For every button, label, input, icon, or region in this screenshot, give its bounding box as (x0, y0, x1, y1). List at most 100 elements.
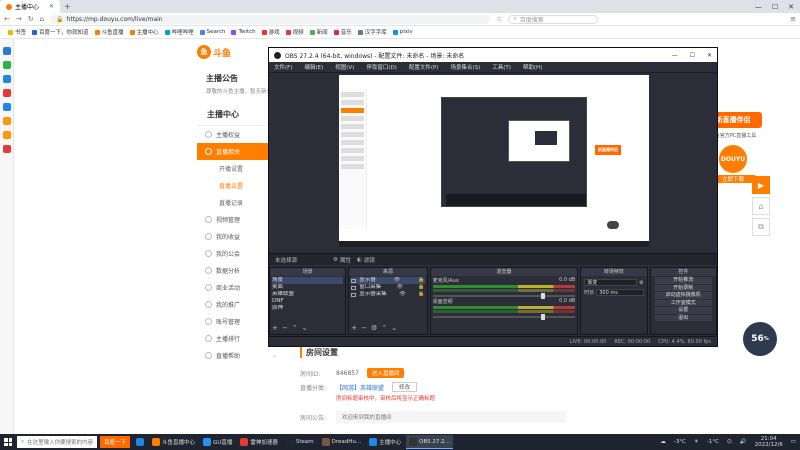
duration-input[interactable]: 300 ms (596, 289, 644, 296)
move-up-icon[interactable]: ⌃ (292, 324, 298, 332)
speed-indicator[interactable]: 56% (743, 322, 777, 356)
bookmark-item[interactable]: 主播中心 (129, 28, 159, 36)
douyu-logo[interactable]: 鱼 斗鱼 (197, 43, 241, 61)
bookmark-item[interactable]: 游戏 (261, 28, 280, 36)
lock-icon[interactable]: 🔓 (418, 284, 424, 291)
volume-slider[interactable] (432, 314, 576, 320)
source-up-icon[interactable]: ⌃ (381, 324, 387, 332)
play-icon[interactable]: ▶ (752, 176, 770, 194)
bookmark-item[interactable]: 斗鱼直播 (94, 28, 124, 36)
taskbar-app[interactable]: Steam (283, 435, 317, 449)
control-button[interactable]: 开始录制 (654, 284, 712, 291)
taskbar-app[interactable]: 雷神加速器 (237, 435, 281, 449)
bookmark-item[interactable]: Search (199, 29, 225, 35)
share-icon[interactable]: ⧉ (752, 218, 770, 236)
bookmark-item[interactable]: Twitch (231, 29, 256, 35)
menu-icon[interactable]: ≡ (790, 15, 796, 23)
enter-room-button[interactable]: 进入直播间 (366, 368, 405, 378)
taskbar-search-input[interactable]: ⌕ 在这里输入你要搜索的内容 (17, 436, 97, 448)
scene-item[interactable]: 场景 (272, 277, 344, 284)
bookmark-item[interactable]: 百度一下，你就知道 (32, 28, 89, 36)
game-icon[interactable] (2, 89, 11, 97)
clock[interactable]: 21:04 2022/12/6 (755, 436, 783, 448)
app-icon[interactable] (2, 47, 11, 55)
scene-item[interactable]: 英雄联盟 (272, 291, 343, 298)
source-item[interactable]: 窗口采集 👁 🔓 (351, 284, 425, 291)
taskbar-app[interactable]: 斗鱼直播中心 (149, 435, 198, 449)
sidebar-item[interactable]: 直播帮助 ⌄ (197, 347, 285, 364)
bookmark-item[interactable]: 书签 (8, 28, 26, 36)
bookmark-item[interactable]: 汉字字库 (357, 28, 387, 36)
obs-preview[interactable]: 新直播伴侣 (339, 75, 649, 247)
obs-minimize-icon[interactable]: — (672, 52, 678, 59)
source-item[interactable]: 显示器采集 👁 🔓 (351, 291, 425, 298)
move-down-icon[interactable]: ⌄ (302, 324, 308, 332)
taskbar-app[interactable]: DreadHu... (319, 435, 365, 449)
bookmark-item[interactable]: 视频 (285, 28, 304, 36)
folder-icon[interactable] (2, 131, 11, 139)
room-notice-input[interactable]: 欢迎来到我的直播间 (336, 411, 566, 423)
eye-icon[interactable]: 👁 (394, 277, 400, 284)
control-button[interactable]: 退出 (654, 314, 712, 321)
weibo-icon[interactable] (2, 145, 11, 153)
lock-icon[interactable]: 🔓 (418, 277, 424, 284)
bookmark-item[interactable]: 新闻 (309, 28, 328, 36)
notification-icon[interactable]: ▭ (791, 439, 796, 445)
taskbar-app[interactable] (133, 435, 147, 449)
transition-select[interactable]: 渐变 (584, 279, 638, 286)
obs-menu-item[interactable]: 工具(T) (492, 63, 511, 71)
control-button[interactable]: 开始推流 (654, 277, 712, 284)
remove-scene-icon[interactable]: − (282, 324, 288, 332)
source-settings-icon[interactable]: ⚙ (371, 324, 377, 332)
maximize-icon[interactable]: ☐ (772, 3, 778, 11)
eye-icon[interactable]: 👁 (399, 291, 405, 298)
source-item[interactable]: 显示器 👁 🔓 (351, 277, 425, 284)
control-button[interactable]: 工作室模式 (654, 299, 712, 306)
source-down-icon[interactable]: ⌄ (391, 324, 397, 332)
obs-menu-item[interactable]: 场景集合(S) (450, 63, 480, 71)
new-tab-icon[interactable]: + (64, 2, 71, 11)
obs-menu-item[interactable]: 视图(V) (335, 63, 354, 71)
search-input[interactable]: ⌕ 百度搜索 (508, 14, 599, 24)
remove-source-icon[interactable]: − (361, 324, 367, 332)
control-button[interactable]: 启动虚拟摄像机 (654, 292, 712, 299)
music-icon[interactable] (2, 117, 11, 125)
taskbar-app[interactable]: OBS 27.2... (406, 435, 453, 449)
add-scene-icon[interactable]: + (272, 324, 278, 332)
bookmark-item[interactable]: 音乐 (333, 28, 352, 36)
chat-icon[interactable] (2, 61, 11, 69)
scene-item[interactable]: DNF (272, 298, 343, 305)
tab-close-icon[interactable]: ✕ (49, 3, 54, 10)
bookmark-item[interactable]: pixiv (392, 29, 413, 35)
volume-icon[interactable]: 🔊 (740, 439, 747, 445)
obs-menu-item[interactable]: 编辑(E) (304, 63, 323, 71)
obs-menu-item[interactable]: 帮助(H) (523, 63, 542, 71)
mail-icon[interactable] (2, 75, 11, 83)
taskbar-app[interactable]: 主播中心 (366, 435, 404, 449)
scene-item[interactable]: 原神 (272, 305, 343, 312)
browser-tab[interactable]: 主播中心 ✕ (0, 0, 60, 13)
back-icon[interactable]: ← (4, 15, 10, 23)
eye-icon[interactable]: 👁 (397, 284, 403, 291)
control-button[interactable]: 设置 (654, 307, 712, 314)
filters-button[interactable]: ◐ 滤镜 (357, 256, 375, 264)
star-icon[interactable]: ☆ (496, 15, 502, 23)
network-icon[interactable]: ⌬ (727, 439, 732, 445)
video-icon[interactable] (2, 103, 11, 111)
home-float-icon[interactable]: ⌂ (752, 197, 770, 215)
refresh-icon[interactable]: ↻ (28, 15, 34, 23)
modify-category-button[interactable]: 修改 (392, 382, 418, 392)
forward-icon[interactable]: → (16, 15, 22, 23)
minimize-icon[interactable]: — (755, 3, 762, 11)
obs-close-icon[interactable]: ✕ (707, 52, 712, 59)
scene-item[interactable]: 桌面 (272, 284, 343, 291)
taskbar-app[interactable]: GU直播 (200, 435, 235, 449)
close-icon[interactable]: ✕ (788, 3, 794, 11)
baidu-hot-button[interactable]: 百度一下 (100, 436, 131, 448)
obs-menu-item[interactable]: 停靠窗口(D) (366, 63, 397, 71)
home-icon[interactable]: ⌂ (40, 15, 44, 23)
room-category-value[interactable]: 【网游】英雄联盟 (336, 383, 384, 392)
obs-maximize-icon[interactable]: ☐ (690, 52, 695, 59)
transition-settings-icon[interactable]: ⚙ (639, 280, 643, 286)
windows-start-icon[interactable] (2, 436, 14, 448)
